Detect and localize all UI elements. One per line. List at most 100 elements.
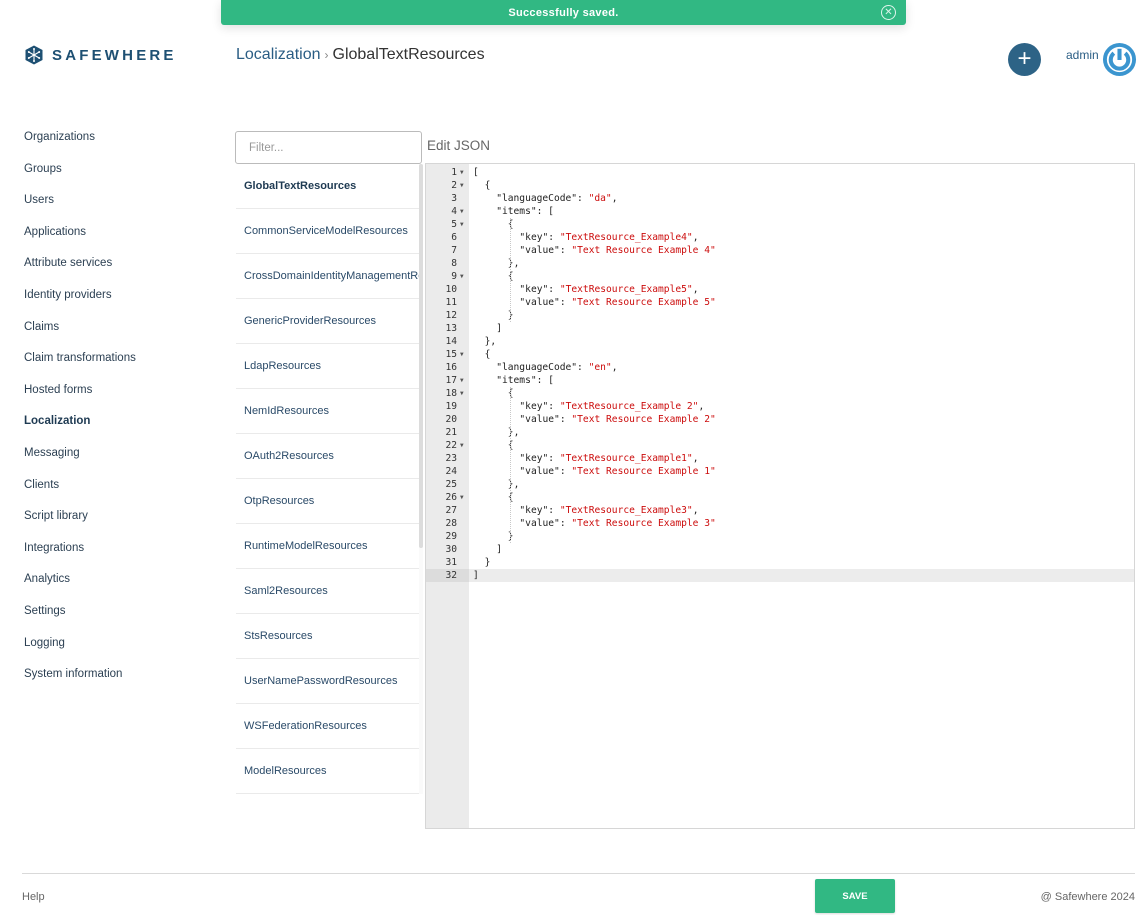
json-token: { [484,180,491,191]
line-number: 14 [445,336,457,347]
fold-toggle-icon[interactable]: ▼ [460,205,464,218]
json-editor[interactable]: 1 ▼[2 ▼{3 "languageCode": "da", 4 ▼ "items": [… [425,163,1135,829]
resource-item[interactable]: OtpResources [236,479,419,524]
json-string: "da" [588,193,612,204]
code-text: { [473,439,514,452]
json-token: , [692,232,699,243]
resource-item[interactable]: GlobalTextResources [236,164,419,209]
editor-code[interactable]: 1 ▼[2 ▼{3 "languageCode": "da", 4 ▼ "items": [… [426,166,1134,582]
line-number: 29 [445,531,457,542]
code-text: } [473,530,514,543]
sidebar-item-hosted-forms[interactable]: Hosted forms [24,383,136,415]
code-line: 2 ▼{ [426,179,1134,192]
editor-label: Edit JSON [427,138,491,153]
fold-toggle-icon[interactable]: ▼ [460,387,464,400]
power-icon[interactable] [1102,42,1137,77]
json-token: "key": [519,453,560,464]
line-number: 8 [451,258,457,269]
code-line: 10 "key": "TextResource_Example5", [426,283,1134,296]
username-label[interactable]: admin [1066,48,1099,62]
sidebar-item-logging[interactable]: Logging [24,636,136,668]
filter-input[interactable] [235,131,422,164]
code-text: [ [473,166,479,179]
code-text: "items": [ [473,205,554,218]
json-token: "key": [519,232,560,243]
fold-toggle-icon[interactable]: ▼ [460,218,464,231]
resource-item[interactable]: StsResources [236,614,419,659]
json-string: "Text Resource Example 4" [571,245,716,256]
breadcrumb-current: GlobalTextResources [332,46,485,63]
sidebar-item-groups[interactable]: Groups [24,162,136,194]
breadcrumb-parent-link[interactable]: Localization [236,46,321,64]
save-button[interactable]: SAVE [815,879,895,913]
json-string: "TextResource_Example3" [559,505,693,516]
brand-logo[interactable]: SAFEWHERE [24,45,177,65]
fold-toggle-icon[interactable]: ▼ [460,439,464,452]
resource-item[interactable]: WSFederationResources [236,704,419,749]
code-text: { [473,348,491,361]
json-token: "value": [519,518,572,529]
success-toast: Successfully saved. ✕ [221,0,906,25]
code-text: }, [473,426,520,439]
resource-item[interactable]: CommonServiceModelResources [236,209,419,254]
fold-toggle-icon[interactable]: ▼ [460,374,464,387]
sidebar-item-organizations[interactable]: Organizations [24,130,136,162]
sidebar-item-attribute-services[interactable]: Attribute services [24,256,136,288]
code-text: "languageCode": "en", [473,361,617,374]
close-circle-icon[interactable]: ✕ [881,5,896,20]
resource-item[interactable]: UserNamePasswordResources [236,659,419,704]
sidebar-item-analytics[interactable]: Analytics [24,572,136,604]
sidebar-item-claims[interactable]: Claims [24,320,136,352]
code-text: ] [473,543,502,556]
fold-toggle-icon[interactable]: ▼ [460,166,464,179]
code-line: 28 "value": "Text Resource Example 3" [426,517,1134,530]
code-text: "key": "TextResource_Example3", [473,504,698,517]
resource-item[interactable]: LdapResources [236,344,419,389]
fold-toggle-icon[interactable]: ▼ [460,179,464,192]
resource-list-scrollbar-thumb[interactable] [419,164,423,548]
json-token: , [692,453,699,464]
sidebar-item-system-information[interactable]: System information [24,667,136,699]
resource-item[interactable]: Saml2Resources [236,569,419,614]
fold-toggle-icon[interactable]: ▼ [460,270,464,283]
sidebar-item-integrations[interactable]: Integrations [24,541,136,573]
resource-item[interactable]: OAuth2Resources [236,434,419,479]
code-text: }, [473,478,520,491]
sidebar-item-applications[interactable]: Applications [24,225,136,257]
code-text: ] [473,569,479,582]
resource-item[interactable]: ModelResources [236,749,419,794]
sidebar-item-identity-providers[interactable]: Identity providers [24,288,136,320]
json-token: "key": [519,401,560,412]
fold-toggle-icon[interactable]: ▼ [460,348,464,361]
resource-item[interactable]: CrossDomainIdentityManagementResources [236,254,419,299]
sidebar-item-clients[interactable]: Clients [24,478,136,510]
sidebar-item-localization[interactable]: Localization [24,414,136,446]
fold-toggle-icon[interactable]: ▼ [460,491,464,504]
resource-item[interactable]: GenericProviderResources [236,299,419,344]
code-line: 31} [426,556,1134,569]
code-line: 24 "value": "Text Resource Example 1" [426,465,1134,478]
json-token: ] [496,323,502,334]
line-number: 23 [445,453,457,464]
sidebar-item-users[interactable]: Users [24,193,136,225]
code-line: 11 "value": "Text Resource Example 5" [426,296,1134,309]
line-number: 3 [451,193,457,204]
json-token: "value": [519,414,572,425]
sidebar-item-script-library[interactable]: Script library [24,509,136,541]
sidebar-item-claim-transformations[interactable]: Claim transformations [24,351,136,383]
add-button[interactable]: + [1008,43,1041,76]
code-line: 15 ▼{ [426,348,1134,361]
resource-item[interactable]: RuntimeModelResources [236,524,419,569]
snowflake-hexagon-icon [25,45,43,65]
json-token: , [692,284,699,295]
sidebar-item-settings[interactable]: Settings [24,604,136,636]
code-line: 22 ▼{ [426,439,1134,452]
footer-divider [22,873,1135,874]
json-token: } [484,557,491,568]
line-number: 24 [445,466,457,477]
line-number: 28 [445,518,457,529]
help-link[interactable]: Help [22,891,45,903]
resource-item[interactable]: NemIdResources [236,389,419,434]
code-text: "key": "TextResource_Example 2", [473,400,704,413]
sidebar-item-messaging[interactable]: Messaging [24,446,136,478]
